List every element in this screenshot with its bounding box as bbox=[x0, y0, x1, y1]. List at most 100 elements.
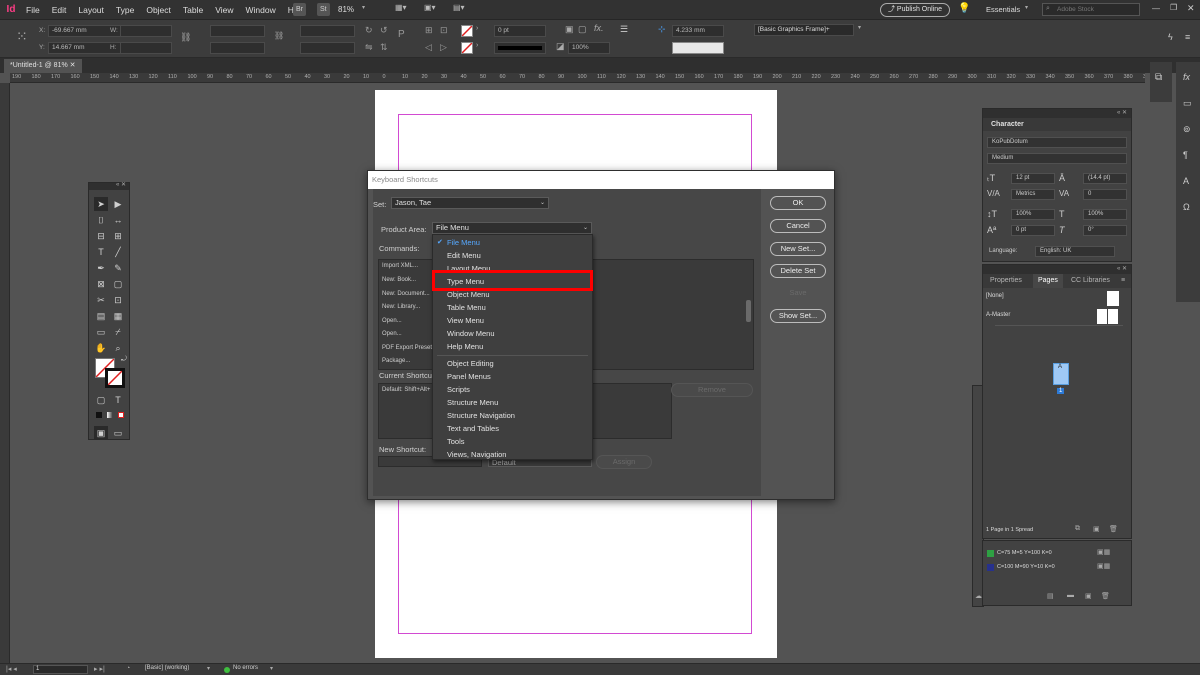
assign-button[interactable]: Assign bbox=[596, 455, 652, 469]
menu-window[interactable]: Window bbox=[246, 0, 276, 20]
gradient-swatch-tool-icon[interactable]: ▤ bbox=[94, 309, 108, 323]
tab-pages[interactable]: Pages bbox=[1033, 274, 1063, 288]
lightning-icon[interactable]: ϟ bbox=[1168, 32, 1173, 42]
gradient-feather-tool-icon[interactable]: ▦ bbox=[111, 309, 125, 323]
remove-button[interactable]: Remove bbox=[671, 383, 753, 397]
view-options-icon[interactable]: ▦▾ bbox=[395, 3, 407, 12]
minimize-icon[interactable]: — bbox=[1152, 4, 1160, 13]
lightbulb-icon[interactable]: 💡 bbox=[958, 3, 970, 14]
chevron-down-icon[interactable]: ▾ bbox=[858, 24, 861, 31]
workspace-switcher[interactable]: Essentials bbox=[986, 5, 1020, 14]
formatting-container-icon[interactable]: ▢ bbox=[94, 393, 108, 407]
flip-icon[interactable]: P bbox=[398, 29, 405, 40]
selection-tool-icon[interactable]: ➤ bbox=[94, 197, 108, 211]
horizontal-ruler[interactable]: 190 180 170 160 150 140 130 120 110 100 90 80 70 60 50… bbox=[10, 73, 1145, 83]
swatch-label[interactable]: C=100 M=90 Y=10 K=0 bbox=[997, 564, 1055, 570]
rotate-cw-icon[interactable]: ↻ bbox=[365, 25, 373, 36]
chevron-right-icon[interactable]: › bbox=[476, 42, 478, 49]
delete-set-button[interactable]: Delete Set bbox=[770, 264, 826, 278]
effects-icon[interactable]: ◪ bbox=[556, 41, 565, 52]
ok-button[interactable]: OK bbox=[770, 196, 826, 210]
layers-panel-icon[interactable]: ▭ bbox=[1183, 98, 1192, 109]
rotation-field[interactable] bbox=[300, 25, 355, 37]
skew-field[interactable]: 0° bbox=[1083, 225, 1127, 236]
horizontal-scale-field[interactable]: 100% bbox=[1083, 209, 1127, 220]
line-tool-icon[interactable]: ╱ bbox=[111, 245, 125, 259]
dropdown-item[interactable]: Scripts bbox=[447, 385, 470, 394]
show-swatches-icon[interactable]: ▤ bbox=[1047, 592, 1054, 600]
select-content-icon[interactable]: ⊡ bbox=[440, 25, 448, 36]
free-transform-tool-icon[interactable]: ⊡ bbox=[111, 293, 125, 307]
close-icon[interactable]: ✕ bbox=[1187, 3, 1195, 14]
none-master-label[interactable]: [None] bbox=[986, 293, 1004, 299]
list-item[interactable]: New: Book... bbox=[382, 277, 416, 283]
screen-mode-icon[interactable]: ▣▾ bbox=[424, 3, 436, 12]
width-field[interactable] bbox=[120, 25, 172, 37]
font-family-select[interactable]: KoPubDotum bbox=[987, 137, 1127, 148]
first-page-icon[interactable]: |◂ ◂ bbox=[6, 665, 17, 673]
restore-icon[interactable]: ❐ bbox=[1170, 3, 1177, 12]
swap-colors-icon[interactable]: ⤾ bbox=[121, 356, 127, 364]
fx-icon[interactable]: fx. bbox=[594, 23, 604, 33]
delete-page-icon[interactable]: 🗑 bbox=[1109, 525, 1118, 533]
stroke-color-swatch[interactable] bbox=[105, 368, 125, 388]
stock-search-input[interactable]: ⌕ Adobe Stock bbox=[1042, 3, 1140, 16]
list-item[interactable]: New: Document... bbox=[382, 291, 430, 297]
dropdown-item[interactable]: Structure Navigation bbox=[447, 411, 515, 420]
eyedropper-tool-icon[interactable]: ⌿ bbox=[111, 325, 125, 339]
menu-view[interactable]: View bbox=[215, 0, 233, 20]
height-field[interactable] bbox=[120, 42, 172, 54]
menu-layout[interactable]: Layout bbox=[78, 0, 104, 20]
next-page-icon[interactable]: ▸ ▸| bbox=[94, 665, 105, 673]
chevron-down-icon[interactable]: ▾ bbox=[207, 665, 210, 672]
close-icon[interactable]: ✕ bbox=[70, 62, 76, 69]
delete-swatch-icon[interactable]: 🗑 bbox=[1101, 592, 1110, 600]
link-scale-icon[interactable]: ⛓ bbox=[274, 31, 284, 40]
dropdown-item[interactable]: View Menu bbox=[447, 316, 484, 325]
new-group-icon[interactable]: ▬ bbox=[1067, 592, 1074, 599]
dropdown-item[interactable]: Object Editing bbox=[447, 359, 494, 368]
dropdown-item[interactable]: Panel Menus bbox=[447, 372, 491, 381]
menu-edit[interactable]: Edit bbox=[52, 0, 67, 20]
rectangle-frame-tool-icon[interactable]: ⊠ bbox=[94, 277, 108, 291]
list-item[interactable]: Default: Shift+Alt+ bbox=[382, 387, 430, 393]
direct-selection-tool-icon[interactable]: ▶ bbox=[111, 197, 125, 211]
dropdown-item[interactable]: File Menu bbox=[447, 238, 480, 247]
apply-color-icon[interactable] bbox=[96, 412, 102, 418]
list-item[interactable]: Package... bbox=[382, 358, 410, 364]
save-button[interactable]: Save bbox=[770, 287, 826, 301]
page-1-thumbnail[interactable]: A bbox=[1053, 363, 1069, 385]
leading-field[interactable]: (14.4 pt) bbox=[1083, 173, 1127, 184]
tools-panel-header[interactable]: « ✕ bbox=[89, 182, 129, 190]
list-item[interactable]: Open... bbox=[382, 318, 402, 324]
chevron-down-icon[interactable]: ▾ bbox=[1025, 4, 1028, 11]
reference-point-icon[interactable]: ⁙ bbox=[16, 28, 28, 45]
stroke-type-select[interactable] bbox=[494, 42, 546, 54]
preflight-profile[interactable]: [Basic] (working) bbox=[145, 665, 189, 671]
zoom-tool-icon[interactable]: ⌕ bbox=[111, 341, 125, 355]
publish-online-button[interactable]: ⤴ Publish Online bbox=[880, 3, 950, 17]
cancel-button[interactable]: Cancel bbox=[770, 219, 826, 233]
content-placer-icon[interactable]: ⊞ bbox=[111, 229, 125, 243]
panel-header[interactable]: « ✕ bbox=[983, 109, 1131, 118]
flip-horizontal-icon[interactable]: ⇋ bbox=[365, 42, 373, 53]
glyphs-panel-icon[interactable]: Ω bbox=[1183, 202, 1190, 212]
apply-gradient-icon[interactable] bbox=[107, 412, 113, 418]
formatting-text-icon[interactable]: T bbox=[111, 393, 125, 407]
document-tab[interactable]: *Untitled-1 @ 81% ✕ bbox=[4, 59, 82, 73]
list-item[interactable]: Open... bbox=[382, 331, 402, 337]
new-page-icon[interactable]: ▣ bbox=[1093, 525, 1100, 533]
chevron-down-icon[interactable]: ▾ bbox=[362, 4, 365, 11]
arrange-documents-icon[interactable]: ▤▾ bbox=[453, 3, 465, 12]
auto-fit-icon[interactable]: ⊹ bbox=[658, 24, 666, 35]
color-field[interactable] bbox=[672, 42, 724, 54]
a-master-left-thumbnail[interactable] bbox=[1097, 309, 1107, 324]
hand-tool-icon[interactable]: ✋ bbox=[94, 341, 108, 355]
chevron-right-icon[interactable]: › bbox=[476, 25, 478, 32]
select-next-icon[interactable]: ▷ bbox=[440, 42, 447, 53]
font-style-select[interactable]: Medium bbox=[987, 153, 1127, 164]
screen-mode-icon[interactable]: ▭ bbox=[111, 426, 125, 440]
panel-menu-icon[interactable]: ≡ bbox=[1185, 32, 1190, 42]
tracking-field[interactable]: 0 bbox=[1083, 189, 1127, 200]
font-size-field[interactable]: 12 pt bbox=[1011, 173, 1055, 184]
